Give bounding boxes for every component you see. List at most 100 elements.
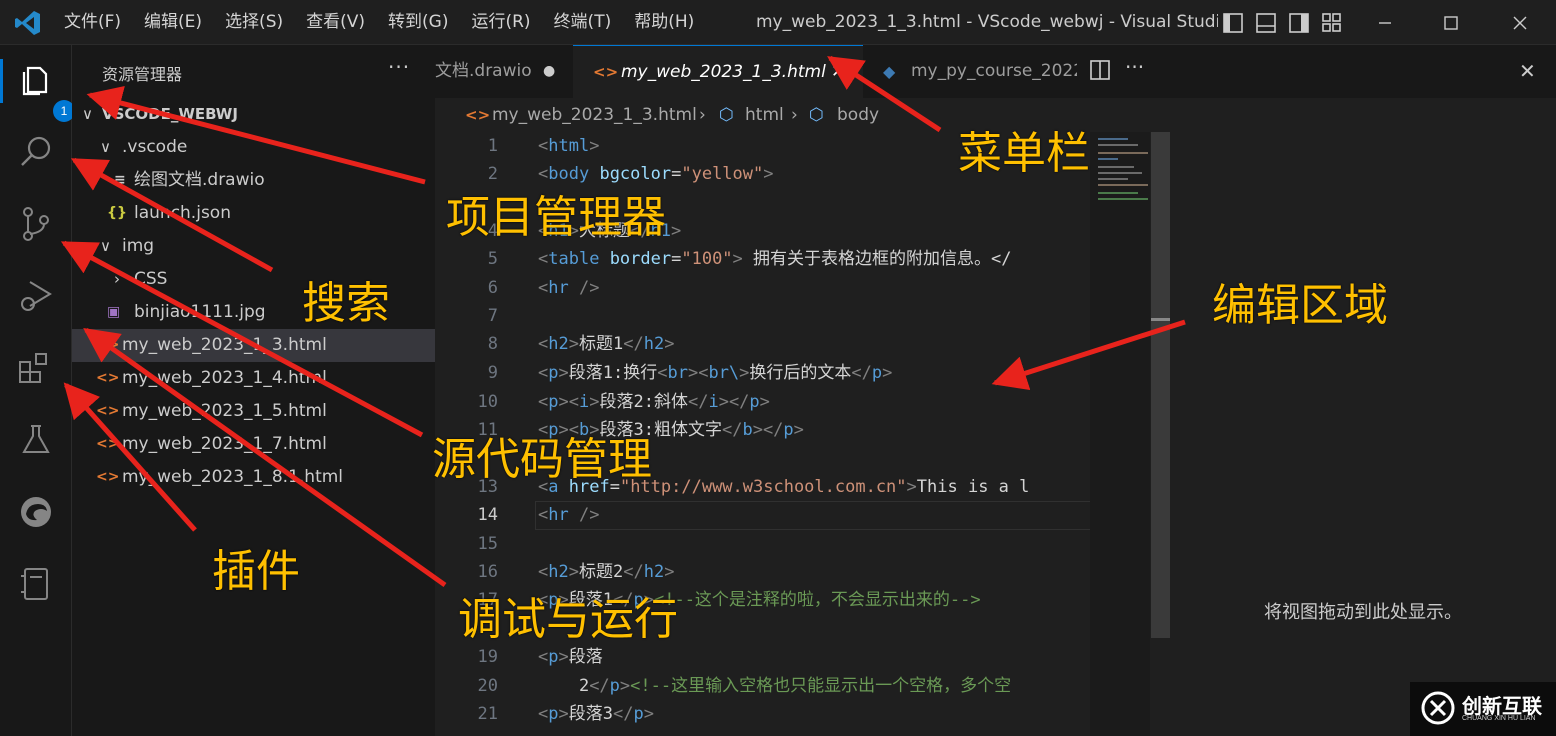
- split-editor-icon[interactable]: [1089, 59, 1111, 85]
- code-token: >: [589, 136, 600, 156]
- python-icon: ◆: [883, 62, 896, 81]
- tab-my-web-2023-1-3[interactable]: <> my_web_2023_1_3.html ✕: [573, 45, 863, 98]
- tree-item[interactable]: ≡ 绘图文档.drawio: [72, 164, 435, 197]
- menu-item[interactable]: 终端(T): [554, 0, 612, 45]
- html-icon: <>: [96, 469, 120, 485]
- customize-layout-icon[interactable]: [1321, 12, 1343, 34]
- tab-drawio[interactable]: 文档.drawio ●: [435, 45, 573, 98]
- code-line[interactable]: 16 <h2>标题2</h2>: [435, 558, 1095, 587]
- close-tab-icon[interactable]: ✕: [831, 46, 845, 98]
- tree-item[interactable]: {} launch.json: [72, 197, 435, 230]
- code-token: h2: [643, 334, 665, 354]
- code-line[interactable]: 9 <p>段落1:换行<br><br\>换行后的文本</p>: [435, 359, 1095, 388]
- close-window-button[interactable]: [1490, 0, 1550, 45]
- annotation-extensions: 插件: [212, 546, 300, 597]
- code-token: p: [871, 363, 883, 383]
- code-line[interactable]: 8 <h2>标题1</h2>: [435, 330, 1095, 359]
- code-token: 段落: [568, 647, 603, 667]
- chevron-down-icon: ∨: [100, 138, 111, 156]
- tree-item[interactable]: ∨ img: [72, 230, 435, 263]
- tree-item-label: CSS: [134, 269, 168, 289]
- cube-icon: ⬡: [719, 105, 734, 125]
- chevron-down-icon: ∨: [100, 237, 111, 255]
- line-number: 8: [487, 334, 498, 354]
- minimize-icon: [1379, 21, 1391, 24]
- menu-item[interactable]: 选择(S): [225, 0, 283, 45]
- code-text: <hr />: [538, 274, 599, 303]
- tree-item-label: binjiao1111.jpg: [134, 302, 266, 322]
- code-line[interactable]: 15: [435, 530, 1095, 559]
- workspace-root[interactable]: ∨ VSCODE_WEBWJ: [72, 98, 435, 131]
- tree-item[interactable]: <> my_web_2023_1_7.html: [72, 428, 435, 461]
- menu-item[interactable]: 文件(F): [64, 0, 121, 45]
- code-line[interactable]: 20 2</p><!--这里输入空格也只能显示出一个空格，多个空: [435, 672, 1095, 701]
- breadcrumb: <> my_web_2023_1_3.html › ⬡ html › ⬡ bod…: [435, 98, 1170, 132]
- code-line[interactable]: 5 <table border="100"> 拥有关于表格边框的附加信息。</: [435, 245, 1095, 274]
- code-token: >: [882, 363, 893, 383]
- menu-bar: 文件(F) 编辑(E) 选择(S) 查看(V) 转到(G) 运行(R) 终端(T) 帮助(H): [64, 0, 717, 45]
- breadcrumb-html[interactable]: html: [745, 98, 784, 132]
- breadcrumb-body[interactable]: body: [837, 98, 879, 132]
- testing-button[interactable]: [16, 420, 56, 460]
- edge-devtools-button[interactable]: [16, 492, 56, 532]
- line-number: 20: [477, 676, 498, 696]
- menu-item[interactable]: 帮助(H): [634, 0, 694, 45]
- run-debug-button[interactable]: [16, 276, 56, 316]
- code-token: bgcolor: [599, 164, 672, 184]
- code-line[interactable]: 6 <hr />: [435, 274, 1095, 303]
- code-line[interactable]: 14 <hr />: [435, 501, 1095, 530]
- code-token: 段落1:换行: [568, 363, 658, 383]
- code-line[interactable]: 10 <p><i>段落2:斜体</i></p>: [435, 388, 1095, 417]
- menu-item[interactable]: 转到(G): [388, 0, 448, 45]
- explorer-button[interactable]: 1: [16, 60, 75, 122]
- editor-more-icon[interactable]: ···: [1125, 55, 1144, 79]
- code-token: h2: [643, 562, 665, 582]
- menu-item[interactable]: 查看(V): [306, 0, 365, 45]
- code-token: <: [538, 562, 549, 582]
- code-text: <p>段落1:换行<br><br\>换行后的文本</p>: [538, 359, 892, 388]
- toggle-primary-sidebar-icon[interactable]: [1222, 12, 1244, 34]
- code-line[interactable]: 7: [435, 302, 1095, 331]
- current-line-highlight: [535, 501, 1095, 530]
- tree-item[interactable]: <> my_web_2023_1_8.1.html: [72, 461, 435, 494]
- toggle-panel-icon[interactable]: [1255, 12, 1277, 34]
- close-panel-icon[interactable]: ✕: [1519, 59, 1536, 83]
- tree-item[interactable]: ∨ .vscode: [72, 131, 435, 164]
- secondary-sidebar: 将视图拖动到此处显示。: [1170, 98, 1556, 736]
- more-actions-icon[interactable]: ···: [388, 55, 410, 79]
- code-token: >: [664, 562, 675, 582]
- extensions-button[interactable]: [16, 348, 56, 388]
- run-debug-icon: [21, 281, 52, 311]
- code-token: br: [667, 363, 688, 383]
- line-number: 21: [477, 704, 498, 724]
- code-text: <h2>标题1</h2>: [538, 330, 674, 359]
- tab-my-py-course[interactable]: ◆ my_py_course_2022: [863, 45, 1077, 98]
- code-token: >: [568, 334, 579, 354]
- code-line[interactable]: 21 <p>段落3</p>: [435, 700, 1095, 729]
- annotation-run-debug: 调试与运行: [458, 594, 678, 645]
- close-icon: [1513, 16, 1527, 29]
- source-control-button[interactable]: [16, 204, 56, 244]
- annotation-source-control: 源代码管理: [432, 434, 652, 485]
- vertical-scrollbar[interactable]: [1151, 132, 1170, 638]
- tree-item[interactable]: <> my_web_2023_1_4.html: [72, 362, 435, 395]
- code-token: <: [538, 363, 549, 383]
- search-button[interactable]: [16, 132, 56, 172]
- notebook-button[interactable]: [16, 564, 56, 604]
- code-text: <p><i>段落2:斜体</i></p>: [538, 388, 770, 417]
- annotation-search: 搜索: [302, 278, 390, 329]
- line-number: 6: [487, 278, 498, 298]
- menu-item[interactable]: 编辑(E): [144, 0, 202, 45]
- code-token: >: [568, 562, 579, 582]
- minimize-button[interactable]: [1355, 0, 1415, 45]
- maximize-button[interactable]: [1421, 0, 1481, 45]
- toggle-secondary-sidebar-icon[interactable]: [1288, 12, 1310, 34]
- tree-item[interactable]: <> my_web_2023_1_3.html: [72, 329, 435, 362]
- tree-item[interactable]: <> my_web_2023_1_5.html: [72, 395, 435, 428]
- menu-item[interactable]: 运行(R): [471, 0, 530, 45]
- minimap[interactable]: [1090, 132, 1150, 736]
- code-line[interactable]: 19 <p>段落: [435, 643, 1095, 672]
- breadcrumb-file[interactable]: my_web_2023_1_3.html: [492, 98, 697, 132]
- line-number: 14: [477, 505, 498, 525]
- html-icon: <>: [593, 63, 619, 81]
